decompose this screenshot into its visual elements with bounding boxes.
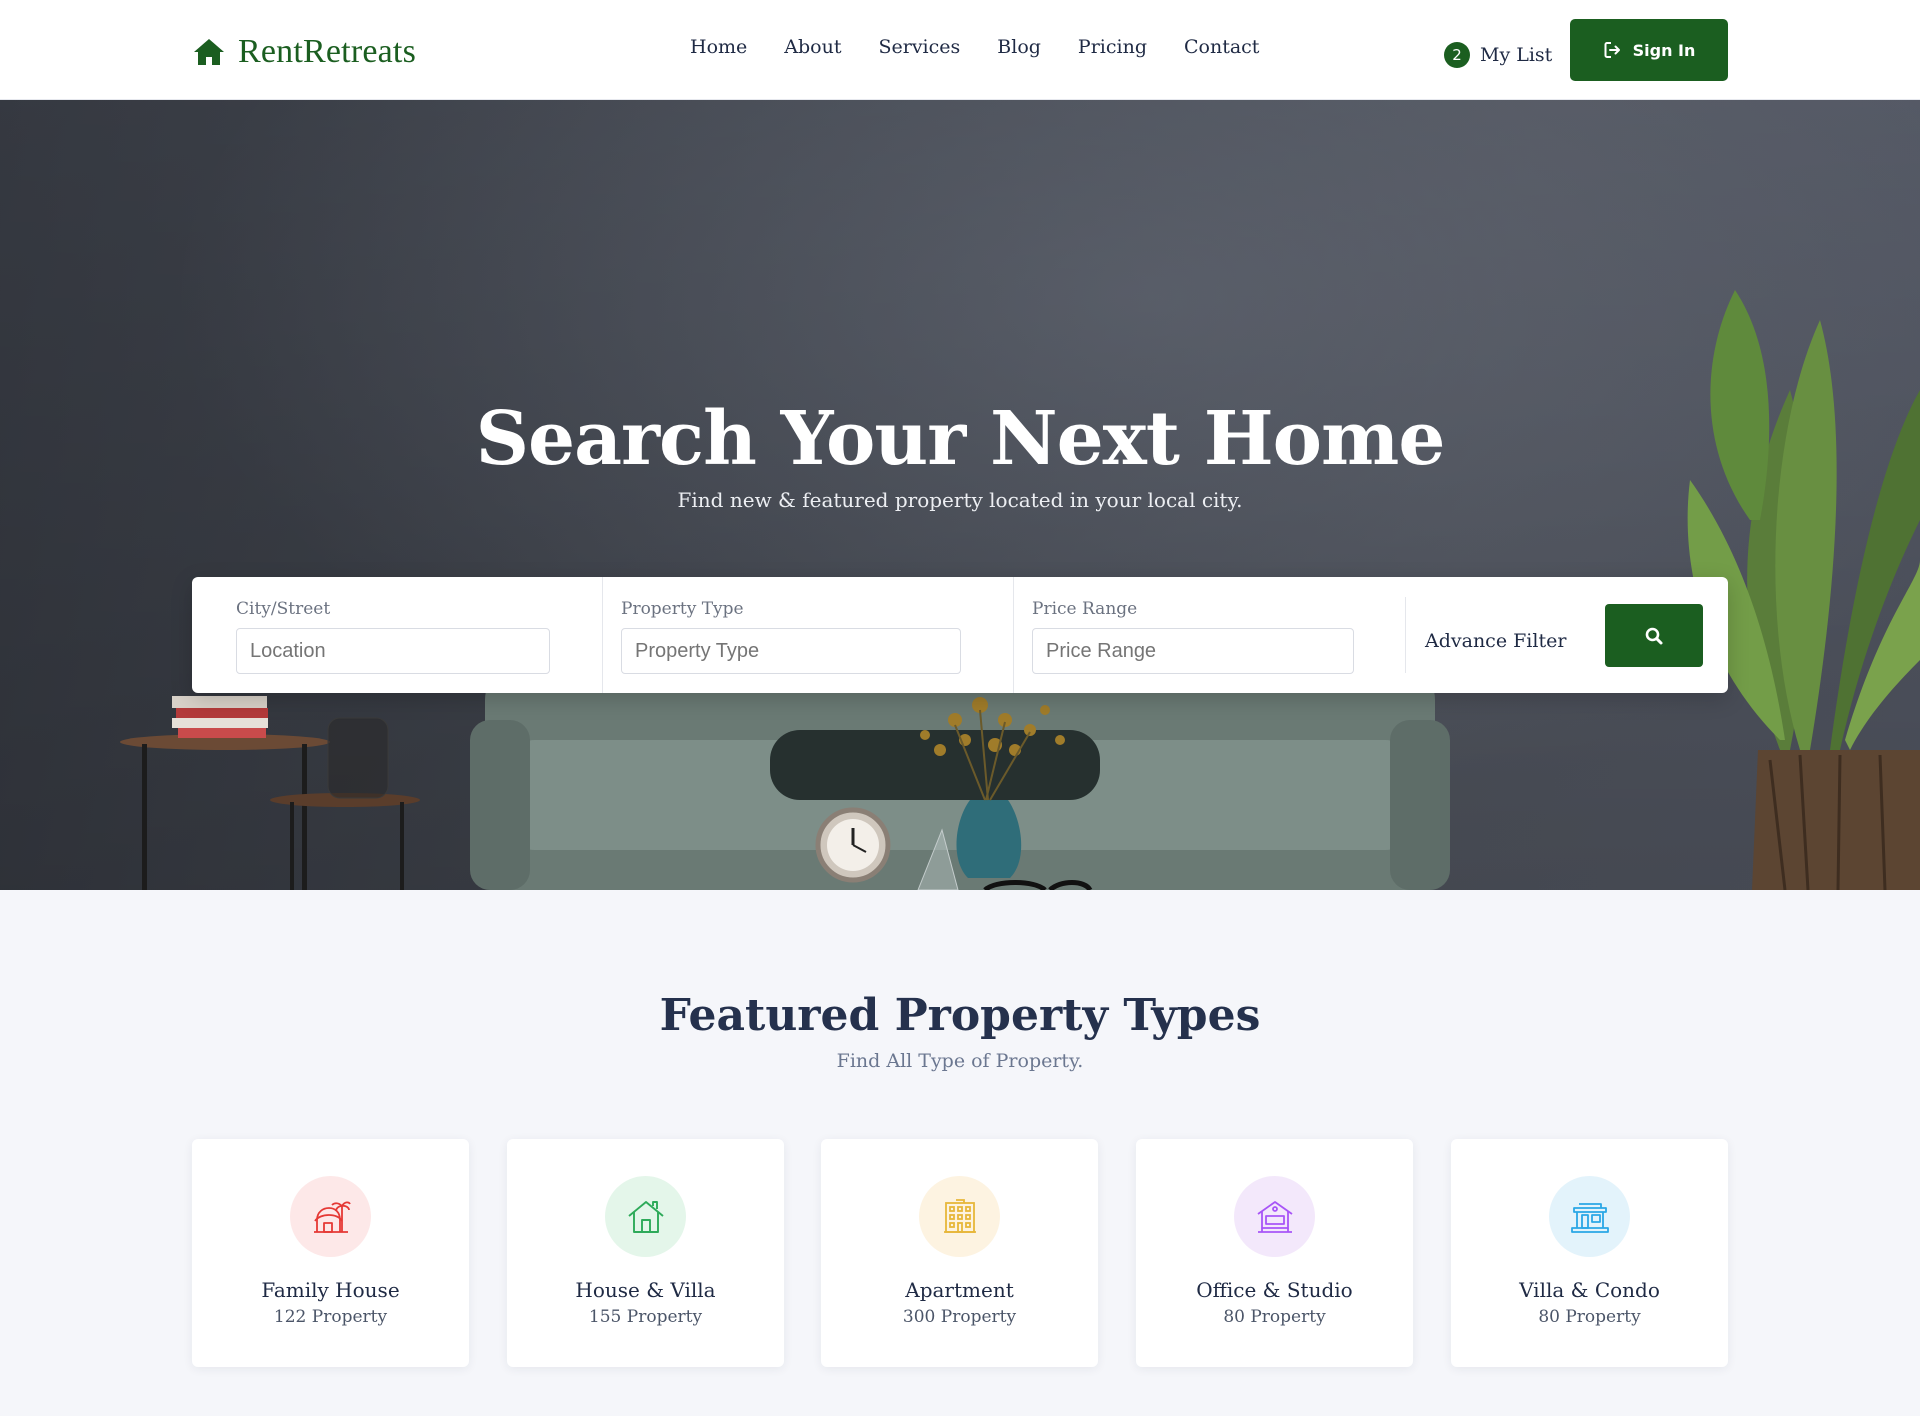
property-type-cards: Family House 122 Property House & Villa … — [192, 1139, 1728, 1367]
card-count: 80 Property — [1538, 1307, 1641, 1327]
icon-circle — [919, 1176, 1000, 1257]
property-type-field: Property Type — [621, 599, 961, 674]
icon-circle — [290, 1176, 371, 1257]
sign-in-button[interactable]: Sign In — [1570, 19, 1728, 81]
my-list-count-badge: 2 — [1444, 42, 1470, 68]
sign-in-label: Sign In — [1632, 40, 1696, 60]
nav-services[interactable]: Services — [878, 36, 960, 58]
hero-title: Search Your Next Home — [475, 396, 1446, 482]
property-type-card-house-villa[interactable]: House & Villa 155 Property — [507, 1139, 784, 1367]
search-icon — [1645, 627, 1663, 644]
icon-circle — [605, 1176, 686, 1257]
property-type-card-villa-condo[interactable]: Villa & Condo 80 Property — [1451, 1139, 1728, 1367]
card-count: 300 Property — [902, 1307, 1017, 1327]
price-range-input[interactable] — [1032, 628, 1354, 674]
property-search-bar: City/Street Property Type Price Range Ad… — [192, 577, 1728, 693]
my-list-label: My List — [1480, 44, 1553, 66]
brand-name: RentRetreats — [238, 33, 417, 70]
advance-filter-link[interactable]: Advance Filter — [1425, 630, 1566, 652]
house-villa-icon — [627, 1200, 664, 1233]
icon-circle — [1234, 1176, 1315, 1257]
nav-contact[interactable]: Contact — [1184, 36, 1259, 58]
icon-circle — [1549, 1176, 1630, 1257]
price-range-label: Price Range — [1032, 599, 1138, 619]
nav-blog[interactable]: Blog — [997, 36, 1041, 58]
search-divider — [1405, 597, 1406, 673]
card-name: Apartment — [905, 1278, 1014, 1302]
city-street-label: City/Street — [236, 599, 331, 619]
card-count: 155 Property — [588, 1307, 703, 1327]
search-divider — [602, 577, 603, 693]
card-name: Family House — [261, 1278, 400, 1302]
search-divider — [1013, 577, 1014, 693]
card-count: 122 Property — [273, 1307, 388, 1327]
office-studio-icon — [1256, 1200, 1293, 1233]
site-header: RentRetreats Home About Services Blog Pr… — [0, 0, 1920, 100]
featured-section-title: Featured Property Types — [659, 990, 1261, 1041]
villa-condo-icon — [1570, 1202, 1609, 1233]
card-name: Villa & Condo — [1519, 1278, 1660, 1302]
search-button[interactable] — [1605, 604, 1703, 667]
card-count: 80 Property — [1223, 1307, 1326, 1327]
property-type-card-office-studio[interactable]: Office & Studio 80 Property — [1136, 1139, 1413, 1367]
my-list-link[interactable]: 2 My List — [1444, 42, 1552, 68]
featured-section-subtitle: Find All Type of Property. — [836, 1050, 1084, 1072]
card-name: Office & Studio — [1196, 1278, 1353, 1302]
nav-about[interactable]: About — [784, 36, 841, 58]
card-name: House & Villa — [575, 1278, 716, 1302]
brand-logo[interactable]: RentRetreats — [192, 30, 416, 74]
property-type-card-family-house[interactable]: Family House 122 Property — [192, 1139, 469, 1367]
property-type-card-apartment[interactable]: Apartment 300 Property — [821, 1139, 1098, 1367]
hero-subtitle: Find new & featured property located in … — [677, 488, 1243, 512]
sign-in-icon — [1604, 42, 1620, 58]
hero-banner: Search Your Next Home Find new & feature… — [0, 100, 1920, 890]
city-street-field: City/Street — [236, 599, 550, 674]
property-type-input[interactable] — [621, 628, 961, 674]
property-type-label: Property Type — [621, 599, 744, 619]
home-icon — [194, 39, 224, 65]
nav-home[interactable]: Home — [690, 36, 747, 58]
nav-pricing[interactable]: Pricing — [1078, 36, 1147, 58]
price-range-field: Price Range — [1032, 599, 1354, 674]
main-nav: Home About Services Blog Pricing Contact — [690, 36, 1296, 58]
location-input[interactable] — [236, 628, 550, 674]
apartment-icon — [943, 1198, 976, 1233]
family-house-icon — [313, 1200, 351, 1233]
